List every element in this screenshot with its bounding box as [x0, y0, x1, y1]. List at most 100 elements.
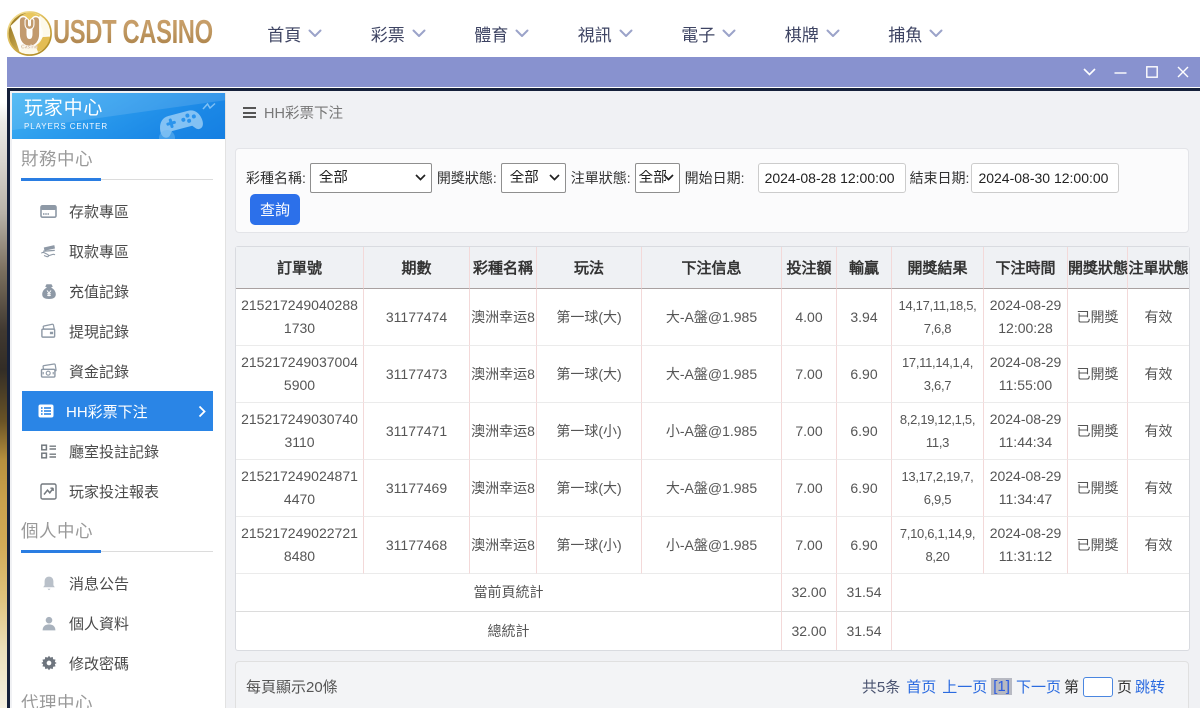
col-header-0: 訂單號 [236, 247, 364, 289]
cell-order_no: 215217249022721 8480 [236, 517, 364, 574]
nav-item-label: 視訊 [578, 21, 612, 46]
sidebar-item-6[interactable]: 廳室投註記錄 [12, 431, 225, 471]
draw-status-label: 開獎狀態: [437, 168, 497, 188]
cell-order_no: 215217249030740 3110 [236, 403, 364, 460]
window-dropdown-button[interactable] [1074, 57, 1105, 87]
lottery-name-select[interactable]: 全部 [310, 163, 432, 193]
section-underline [21, 550, 213, 553]
jump-suffix-label: 页 [1117, 676, 1132, 697]
nav-item-1[interactable]: 彩票 [347, 9, 451, 57]
bet-row: 215217249040288 173031177474澳洲幸运8第一球(大)大… [236, 289, 1189, 346]
section-underline [21, 178, 213, 181]
sidebar-item-0[interactable]: 存款專區 [12, 191, 225, 231]
site-header: Casino USDT CASINO 首頁 彩票體育視訊 電子 棋牌捕魚 [0, 0, 1200, 57]
summary-label: 當前頁統計 [236, 574, 782, 612]
next-page-link[interactable]: 下一页 [1016, 676, 1061, 697]
cell-lottery: 澳洲幸运8 [470, 289, 537, 346]
table-header-row: 訂單號期數彩種名稱玩法下注信息投注額輸贏開獎結果下注時間開獎狀態注單狀態 [236, 247, 1189, 289]
pagination-controls: 共5条 首页 上一页 [1] 下一页 第 页 跳转 [862, 676, 1168, 697]
user-icon [40, 614, 57, 632]
site-logo[interactable]: Casino USDT CASINO [7, 11, 275, 57]
start-date-input[interactable] [758, 163, 906, 193]
prev-page-link[interactable]: 上一页 [942, 676, 987, 697]
nav-item-label: 電子 [681, 21, 715, 46]
sidebar-item-label: HH彩票下注 [66, 401, 148, 422]
chevron-down-icon [722, 29, 736, 38]
order-status-select[interactable]: 全部 [635, 163, 680, 193]
draw-status-select[interactable]: 全部 [501, 163, 566, 193]
filter-row: 彩種名稱: 全部 開獎狀態: 全部 注單狀態: 全部 開始 [246, 163, 1188, 193]
nav-item-0[interactable]: 首頁 [243, 9, 347, 57]
cell-order_status: 有效 [1128, 346, 1189, 403]
cell-result: 7,10,6,1,14,9, 8,20 [892, 517, 984, 574]
chevron-down-icon [1083, 68, 1096, 76]
nav-item-2[interactable]: 體育 [450, 9, 554, 57]
cell-win: 6.90 [837, 403, 892, 460]
section-title-personal: 個人中心 [21, 520, 225, 542]
cell-lottery: 澳洲幸运8 [470, 403, 537, 460]
hamburger-icon[interactable] [243, 107, 256, 118]
sidebar-header: 玩家中心 PLAYERS CENTER [12, 93, 225, 139]
sidebar-item-4[interactable]: 資金記錄 [12, 351, 225, 391]
window-minimize-button[interactable] [1105, 57, 1136, 87]
cell-win: 3.94 [837, 289, 892, 346]
end-date-label: 結束日期: [910, 168, 970, 188]
end-date-input[interactable] [971, 163, 1119, 193]
window-close-button[interactable] [1167, 57, 1198, 87]
sidebar-item-3[interactable]: 提現記錄 [12, 311, 225, 351]
cell-info: 大-A盤@1.985 [642, 289, 782, 346]
sidebar-item-label: 取款專區 [69, 241, 129, 262]
sidebar-item-1[interactable]: 取款專區 [12, 231, 225, 271]
gear-icon [40, 654, 57, 672]
sidebar-item-lottery-bet[interactable]: HH彩票下注 [22, 391, 213, 431]
jump-button[interactable]: 跳转 [1135, 676, 1165, 697]
pagination-bar: 每頁顯示20條 共5条 首页 上一页 [1] 下一页 第 页 跳转 [235, 661, 1189, 708]
bet-table-panel: 訂單號期數彩種名稱玩法下注信息投注額輸贏開獎結果下注時間開獎狀態注單狀態 215… [235, 246, 1189, 651]
nav-item-6[interactable]: 捕魚 [864, 9, 968, 57]
cell-time: 2024-08-29 11:55:00 [984, 346, 1068, 403]
chevron-down-icon [619, 29, 633, 38]
cell-amount: 7.00 [782, 517, 837, 574]
window-maximize-button[interactable] [1136, 57, 1167, 87]
close-icon [1177, 66, 1189, 78]
col-header-3: 玩法 [537, 247, 642, 289]
lottery-name-label: 彩種名稱: [246, 168, 306, 188]
col-header-8: 下注時間 [984, 247, 1068, 289]
chevron-down-icon [826, 29, 840, 38]
search-button[interactable]: 查詢 [250, 194, 300, 225]
sidebar-item-7[interactable]: 玩家投注報表 [12, 471, 225, 511]
cell-amount: 7.00 [782, 460, 837, 517]
sidebar-item-2[interactable]: 充值記錄 [12, 271, 225, 311]
nav-item-3[interactable]: 視訊 [554, 9, 658, 57]
col-header-9: 開獎狀態 [1068, 247, 1128, 289]
cell-period: 31177468 [364, 517, 470, 574]
summary-row: 當前頁統計32.0031.54 [236, 574, 1189, 612]
nav-item-label: 捕魚 [888, 21, 922, 46]
coin-subtext: Casino [21, 45, 38, 51]
sidebar-item-personal-0[interactable]: 消息公告 [12, 563, 225, 603]
chevron-right-icon [198, 405, 206, 418]
summary-empty [892, 612, 1189, 650]
cell-result: 14,17,11,18,5, 7,6,8 [892, 289, 984, 346]
nav-item-5[interactable]: 棋牌 [761, 9, 865, 57]
first-page-link[interactable]: 首页 [906, 676, 936, 697]
summary-label: 總統計 [236, 612, 782, 650]
cell-play: 第一球(大) [537, 289, 642, 346]
cell-amount: 7.00 [782, 403, 837, 460]
sidebar-item-personal-2[interactable]: 修改密碼 [12, 643, 225, 683]
cell-amount: 7.00 [782, 346, 837, 403]
cell-draw_status: 已開獎 [1068, 460, 1128, 517]
cell-win: 6.90 [837, 460, 892, 517]
page-jump-input[interactable] [1083, 677, 1113, 697]
cell-info: 小-A盤@1.985 [642, 403, 782, 460]
brand-name: USDT CASINO [53, 12, 213, 52]
cell-draw_status: 已開獎 [1068, 517, 1128, 574]
nav-item-label: 首頁 [267, 21, 301, 46]
cell-period: 31177474 [364, 289, 470, 346]
col-header-4: 下注信息 [642, 247, 782, 289]
jump-prefix-label: 第 [1064, 676, 1079, 697]
cell-lottery: 澳洲幸运8 [470, 346, 537, 403]
sidebar-item-personal-1[interactable]: 個人資料 [12, 603, 225, 643]
nav-item-4[interactable]: 電子 [657, 9, 761, 57]
top-nav: 首頁 彩票體育視訊 電子 棋牌捕魚 [243, 9, 968, 57]
